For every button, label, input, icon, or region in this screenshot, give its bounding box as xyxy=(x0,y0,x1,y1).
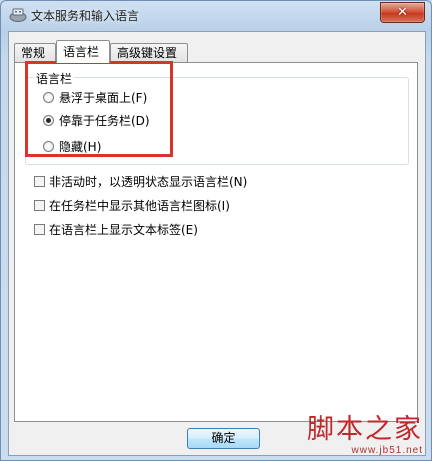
ok-button[interactable]: 确定 xyxy=(187,428,260,449)
tab-language-bar[interactable]: 语言栏 xyxy=(56,40,110,63)
checkbox-label-text-labels: 在语言栏上显示文本标签(E) xyxy=(49,223,198,237)
radio-button[interactable] xyxy=(43,92,54,103)
close-icon: ✕ xyxy=(397,5,408,20)
dialog-window: 文本服务和输入语言 ✕ 常规 语言栏 高级键设置 语言栏 悬浮于桌面上(F) 停… xyxy=(0,0,432,461)
checkbox-show-extra-icons[interactable]: 在任务栏中显示其他语言栏图标(I) xyxy=(34,197,230,214)
tab-general[interactable]: 常规 xyxy=(14,43,56,62)
checkbox[interactable] xyxy=(34,200,45,211)
watermark-url: www.jb51.net xyxy=(351,445,423,456)
title-bar[interactable]: 文本服务和输入语言 ✕ xyxy=(1,1,431,31)
radio-float-on-desktop[interactable]: 悬浮于桌面上(F) xyxy=(43,89,147,106)
radio-button[interactable] xyxy=(43,141,54,152)
window-title: 文本服务和输入语言 xyxy=(31,9,140,23)
radio-hidden[interactable]: 隐藏(H) xyxy=(43,138,101,155)
tab-advanced-key-settings[interactable]: 高级键设置 xyxy=(110,43,188,62)
dialog-client-area: 常规 语言栏 高级键设置 语言栏 悬浮于桌面上(F) 停靠于任务栏(D) 隐藏(… xyxy=(8,31,426,456)
watermark-brand: 脚本之家 xyxy=(307,414,423,445)
keyboard-app-icon xyxy=(9,7,27,23)
checkbox[interactable] xyxy=(34,224,45,235)
radio-label-dock: 停靠于任务栏(D) xyxy=(59,114,150,128)
checkbox[interactable] xyxy=(34,176,45,187)
radio-label-hidden: 隐藏(H) xyxy=(59,140,102,154)
checkbox-transparent-when-inactive[interactable]: 非活动时，以透明状态显示语言栏(N) xyxy=(34,173,247,190)
checkbox-label-transparent: 非活动时，以透明状态显示语言栏(N) xyxy=(49,175,248,189)
close-button[interactable]: ✕ xyxy=(380,2,425,23)
checkbox-label-extra-icons: 在任务栏中显示其他语言栏图标(I) xyxy=(49,199,230,213)
site-watermark: 脚本之家 www.jb51.net xyxy=(307,414,423,457)
checkbox-show-text-labels[interactable]: 在语言栏上显示文本标签(E) xyxy=(34,221,198,238)
tab-panel-language-bar: 语言栏 悬浮于桌面上(F) 停靠于任务栏(D) 隐藏(H) 非活动时，以透明状态… xyxy=(14,62,418,422)
radio-button-selected[interactable] xyxy=(43,115,54,126)
radio-dock-in-taskbar[interactable]: 停靠于任务栏(D) xyxy=(43,112,150,129)
radio-label-float: 悬浮于桌面上(F) xyxy=(59,91,148,105)
groupbox-legend: 语言栏 xyxy=(34,70,75,87)
